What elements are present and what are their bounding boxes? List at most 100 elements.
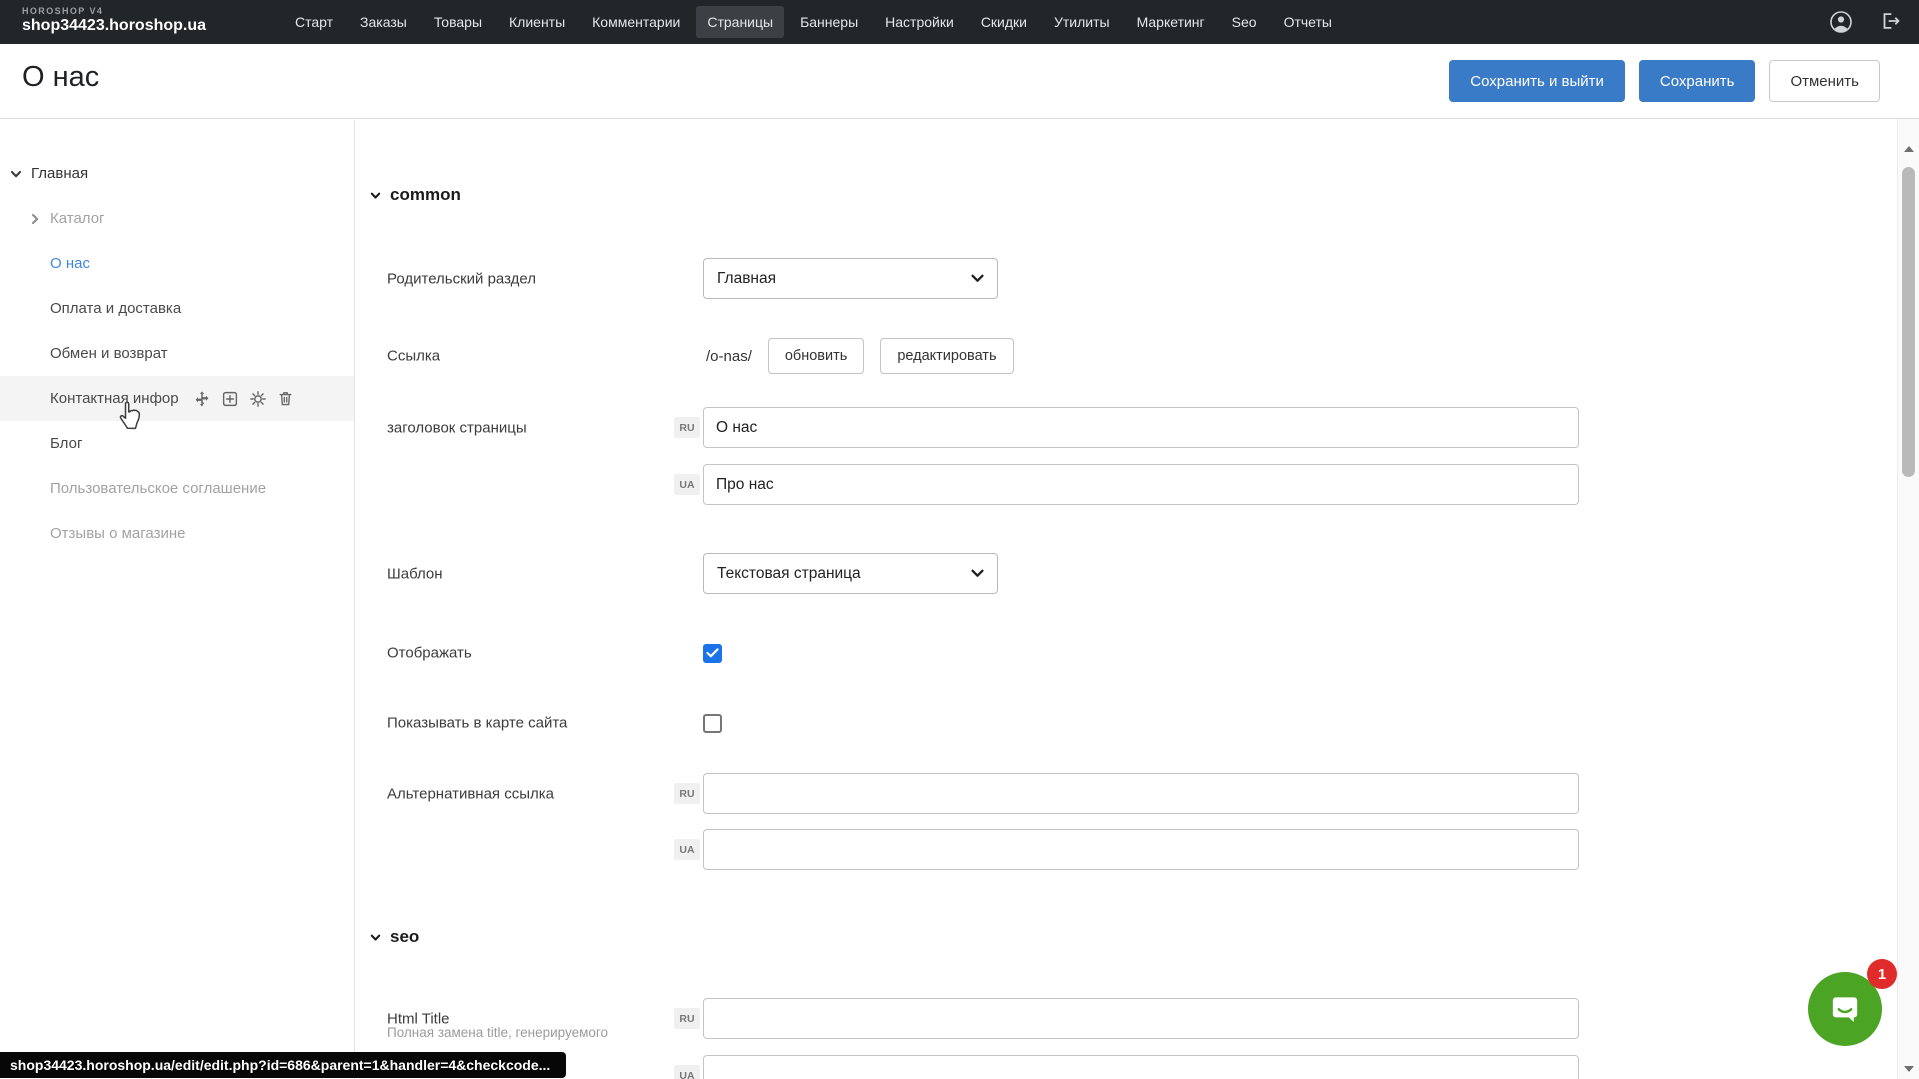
page-title: О нас xyxy=(22,61,99,94)
chevron-down-icon[interactable] xyxy=(10,168,22,180)
field-page-title-ru: заголовок страницы RU xyxy=(356,407,1897,448)
brand-logo[interactable]: HOROSHOP V4 shop34423.horoshop.ua xyxy=(22,6,206,35)
menu-item-marketing[interactable]: Маркетинг xyxy=(1126,6,1216,38)
alt-link-ua-input[interactable] xyxy=(703,829,1579,870)
pages-tree-sidebar: Главная Каталог О нас Оплата и доставка … xyxy=(0,120,355,1079)
link-value: /o-nas/ xyxy=(706,348,752,365)
tree-item-label: О нас xyxy=(50,255,90,272)
tree-item-exchange-return[interactable]: Обмен и возврат xyxy=(0,331,354,376)
display-checkbox-checked[interactable] xyxy=(703,644,722,663)
page-title-ru-input[interactable] xyxy=(703,407,1579,448)
display-label: Отображать xyxy=(387,645,472,662)
field-parent-section: Родительский раздел Главная xyxy=(356,258,1897,299)
section-seo-label: seo xyxy=(390,927,419,947)
tree-item-payment-delivery[interactable]: Оплата и доставка xyxy=(0,286,354,331)
tree-item-label: Главная xyxy=(31,165,88,182)
sitemap-label: Показывать в карте сайта xyxy=(387,715,567,732)
menu-item-settings[interactable]: Настройки xyxy=(874,6,965,38)
menu-item-comments[interactable]: Комментарии xyxy=(581,6,691,38)
html-title-ru-input[interactable] xyxy=(703,998,1579,1039)
delete-icon[interactable] xyxy=(277,390,294,407)
chat-notification-badge: 1 xyxy=(1867,959,1897,989)
field-link: Ссылка /o-nas/ обновить редактировать xyxy=(356,338,1897,374)
html-title-hint: Полная замена title, генерируемого xyxy=(387,1025,608,1040)
chevron-down-icon xyxy=(370,190,381,201)
tree-item-label: Отзывы о магазине xyxy=(50,525,185,542)
html-title-ua-input[interactable] xyxy=(703,1055,1579,1079)
section-common-label: common xyxy=(390,185,461,205)
link-refresh-button[interactable]: обновить xyxy=(768,338,864,374)
main-menu: Старт Заказы Товары Клиенты Комментарии … xyxy=(284,0,1343,44)
menu-item-reports[interactable]: Отчеты xyxy=(1273,6,1343,38)
brand-domain: shop34423.horoshop.ua xyxy=(22,17,206,35)
menu-item-banners[interactable]: Баннеры xyxy=(789,6,869,38)
chevron-down-icon xyxy=(971,569,984,578)
cancel-button[interactable]: Отменить xyxy=(1769,60,1880,102)
lang-badge-ru: RU xyxy=(674,417,700,438)
page-title-ua-input[interactable] xyxy=(703,464,1579,505)
menu-item-pages[interactable]: Страницы xyxy=(696,6,784,38)
lang-badge-ru: RU xyxy=(674,1008,700,1029)
parent-section-value: Главная xyxy=(717,270,776,288)
section-seo-toggle[interactable]: seo xyxy=(370,927,419,947)
account-icon[interactable] xyxy=(1829,10,1853,34)
top-navigation-bar: HOROSHOP V4 shop34423.horoshop.ua Старт … xyxy=(0,0,1919,44)
lang-badge-ru: RU xyxy=(674,783,700,804)
tree-item-label: Каталог xyxy=(50,210,105,227)
tree-item-label: Пользовательское соглашение xyxy=(50,480,266,497)
page-header: О нас Сохранить и выйти Сохранить Отмени… xyxy=(0,44,1919,119)
field-template: Шаблон Текстовая страница xyxy=(356,553,1897,594)
tree-item-catalog[interactable]: Каталог xyxy=(0,196,354,241)
alt-link-ru-input[interactable] xyxy=(703,773,1579,814)
chat-bubble-icon xyxy=(1825,989,1865,1029)
link-edit-button[interactable]: редактировать xyxy=(880,338,1013,374)
check-icon xyxy=(706,648,719,658)
tree-item-label: Блог xyxy=(50,435,82,452)
page-title-field-label: заголовок страницы xyxy=(387,419,527,436)
tree-item-home[interactable]: Главная xyxy=(0,151,354,196)
scrollbar-up-arrow[interactable] xyxy=(1904,146,1914,152)
sitemap-checkbox-unchecked[interactable] xyxy=(703,714,722,733)
tree-item-label: Оплата и доставка xyxy=(50,300,181,317)
parent-section-select[interactable]: Главная xyxy=(703,258,998,299)
tree-item-contact-info-hovered[interactable]: Контактная инфор xyxy=(0,376,354,421)
field-alt-link-ua: UA xyxy=(356,829,1897,870)
tree-item-label: Контактная инфор xyxy=(50,390,179,407)
menu-item-utilities[interactable]: Утилиты xyxy=(1043,6,1121,38)
tree-item-blog[interactable]: Блог xyxy=(0,421,354,466)
menu-item-clients[interactable]: Клиенты xyxy=(498,6,576,38)
menu-item-discounts[interactable]: Скидки xyxy=(970,6,1038,38)
menu-item-start[interactable]: Старт xyxy=(284,6,344,38)
save-and-exit-button[interactable]: Сохранить и выйти xyxy=(1449,60,1625,102)
scrollbar-down-arrow[interactable] xyxy=(1904,1066,1914,1072)
menu-item-seo[interactable]: Seo xyxy=(1221,6,1268,38)
field-page-title-ua: UA xyxy=(356,464,1897,505)
header-buttons: Сохранить и выйти Сохранить Отменить xyxy=(1449,60,1880,102)
brand-version: HOROSHOP V4 xyxy=(22,6,206,16)
logout-icon[interactable] xyxy=(1879,10,1903,34)
move-icon[interactable] xyxy=(193,390,211,408)
field-display: Отображать xyxy=(356,638,1897,668)
save-button[interactable]: Сохранить xyxy=(1639,60,1756,102)
vertical-scrollbar[interactable] xyxy=(1897,119,1919,1079)
section-common-toggle[interactable]: common xyxy=(370,185,461,205)
tree-item-hover-actions xyxy=(193,390,294,408)
status-url-tooltip: shop34423.horoshop.ua/edit/edit.php?id=6… xyxy=(0,1052,566,1078)
chevron-down-icon xyxy=(971,274,984,283)
settings-icon[interactable] xyxy=(249,390,267,408)
tree-item-about-selected[interactable]: О нас xyxy=(0,241,354,286)
alt-link-label: Альтернативная ссылка xyxy=(387,785,554,802)
chevron-right-icon[interactable] xyxy=(29,213,41,225)
add-icon[interactable] xyxy=(221,390,239,408)
scrollbar-thumb[interactable] xyxy=(1902,167,1915,477)
tree-item-store-reviews[interactable]: Отзывы о магазине xyxy=(0,511,354,556)
field-alt-link-ru: Альтернативная ссылка RU xyxy=(356,773,1897,814)
tree-item-user-agreement[interactable]: Пользовательское соглашение xyxy=(0,466,354,511)
template-label: Шаблон xyxy=(387,565,443,582)
tree-item-label: Обмен и возврат xyxy=(50,345,168,362)
menu-item-products[interactable]: Товары xyxy=(423,6,493,38)
template-value: Текстовая страница xyxy=(717,565,861,583)
lang-badge-ua: UA xyxy=(674,839,700,860)
template-select[interactable]: Текстовая страница xyxy=(703,553,998,594)
menu-item-orders[interactable]: Заказы xyxy=(349,6,418,38)
